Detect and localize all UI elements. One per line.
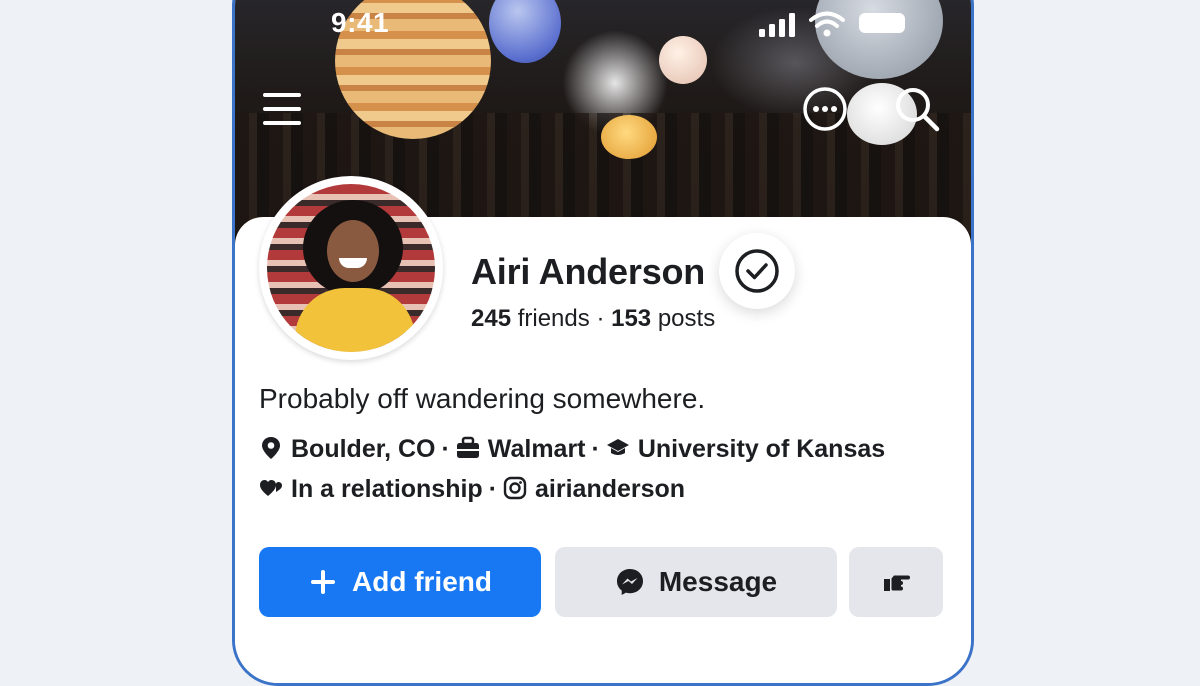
wifi-icon bbox=[809, 11, 845, 37]
profile-bio: Probably off wandering somewhere. bbox=[259, 383, 706, 414]
avatar-shirt bbox=[295, 288, 415, 352]
profile-details-row-1: Boulder, CO · Walmart · University of Kans… bbox=[259, 435, 885, 467]
instagram-icon bbox=[503, 476, 527, 500]
stats-separator: · bbox=[596, 305, 605, 332]
search-icon[interactable] bbox=[893, 85, 941, 133]
detail-location: Boulder, CO bbox=[291, 435, 436, 463]
detail-separator: · bbox=[488, 475, 498, 503]
avatar-image bbox=[267, 184, 435, 352]
message-label: Message bbox=[658, 566, 778, 597]
hearts-icon bbox=[260, 480, 282, 496]
detail-separator: · bbox=[441, 435, 450, 463]
location-pin-icon bbox=[262, 437, 280, 459]
menu-icon[interactable] bbox=[261, 89, 303, 129]
add-friend-label: Add friend bbox=[352, 566, 492, 597]
verified-check-icon bbox=[735, 249, 779, 293]
detail-education[interactable]: University of Kansas bbox=[638, 435, 885, 463]
cover-toolbar bbox=[235, 85, 971, 135]
detail-relationship: In a relationship bbox=[291, 475, 483, 503]
profile-details-row-2: In a relationship · airianderson bbox=[259, 475, 685, 507]
posts-label[interactable]: posts bbox=[658, 305, 715, 332]
profile-stats: 245 friends · 153 posts bbox=[471, 305, 715, 333]
detail-work[interactable]: Walmart bbox=[488, 435, 586, 463]
graduation-cap-icon bbox=[606, 439, 629, 455]
status-time: 9:41 bbox=[331, 7, 390, 38]
more-icon[interactable] bbox=[801, 85, 849, 133]
detail-separator: · bbox=[591, 435, 600, 463]
profile-avatar[interactable] bbox=[259, 176, 443, 360]
posts-count[interactable]: 153 bbox=[611, 305, 651, 332]
friends-label[interactable]: friends bbox=[518, 305, 590, 332]
detail-instagram[interactable]: airianderson bbox=[535, 475, 685, 503]
status-bar: 9:41 bbox=[235, 3, 971, 47]
message-button[interactable]: Message bbox=[555, 547, 837, 617]
messenger-icon bbox=[616, 569, 643, 595]
signal-icon bbox=[759, 13, 795, 37]
add-friend-button[interactable]: Add friend bbox=[259, 547, 541, 617]
battery-icon bbox=[859, 13, 905, 33]
briefcase-icon bbox=[456, 436, 479, 458]
verified-badge[interactable] bbox=[719, 233, 795, 309]
avatar-face bbox=[327, 220, 379, 282]
plus-icon bbox=[311, 570, 335, 594]
poke-button[interactable] bbox=[849, 547, 943, 617]
profile-name: Airi Anderson bbox=[471, 251, 706, 292]
poke-hand-icon bbox=[884, 575, 910, 591]
phone-frame: 9:41 Airi Anderson 245 friends · 153 pos… bbox=[232, 0, 974, 686]
friends-count[interactable]: 245 bbox=[471, 305, 511, 332]
